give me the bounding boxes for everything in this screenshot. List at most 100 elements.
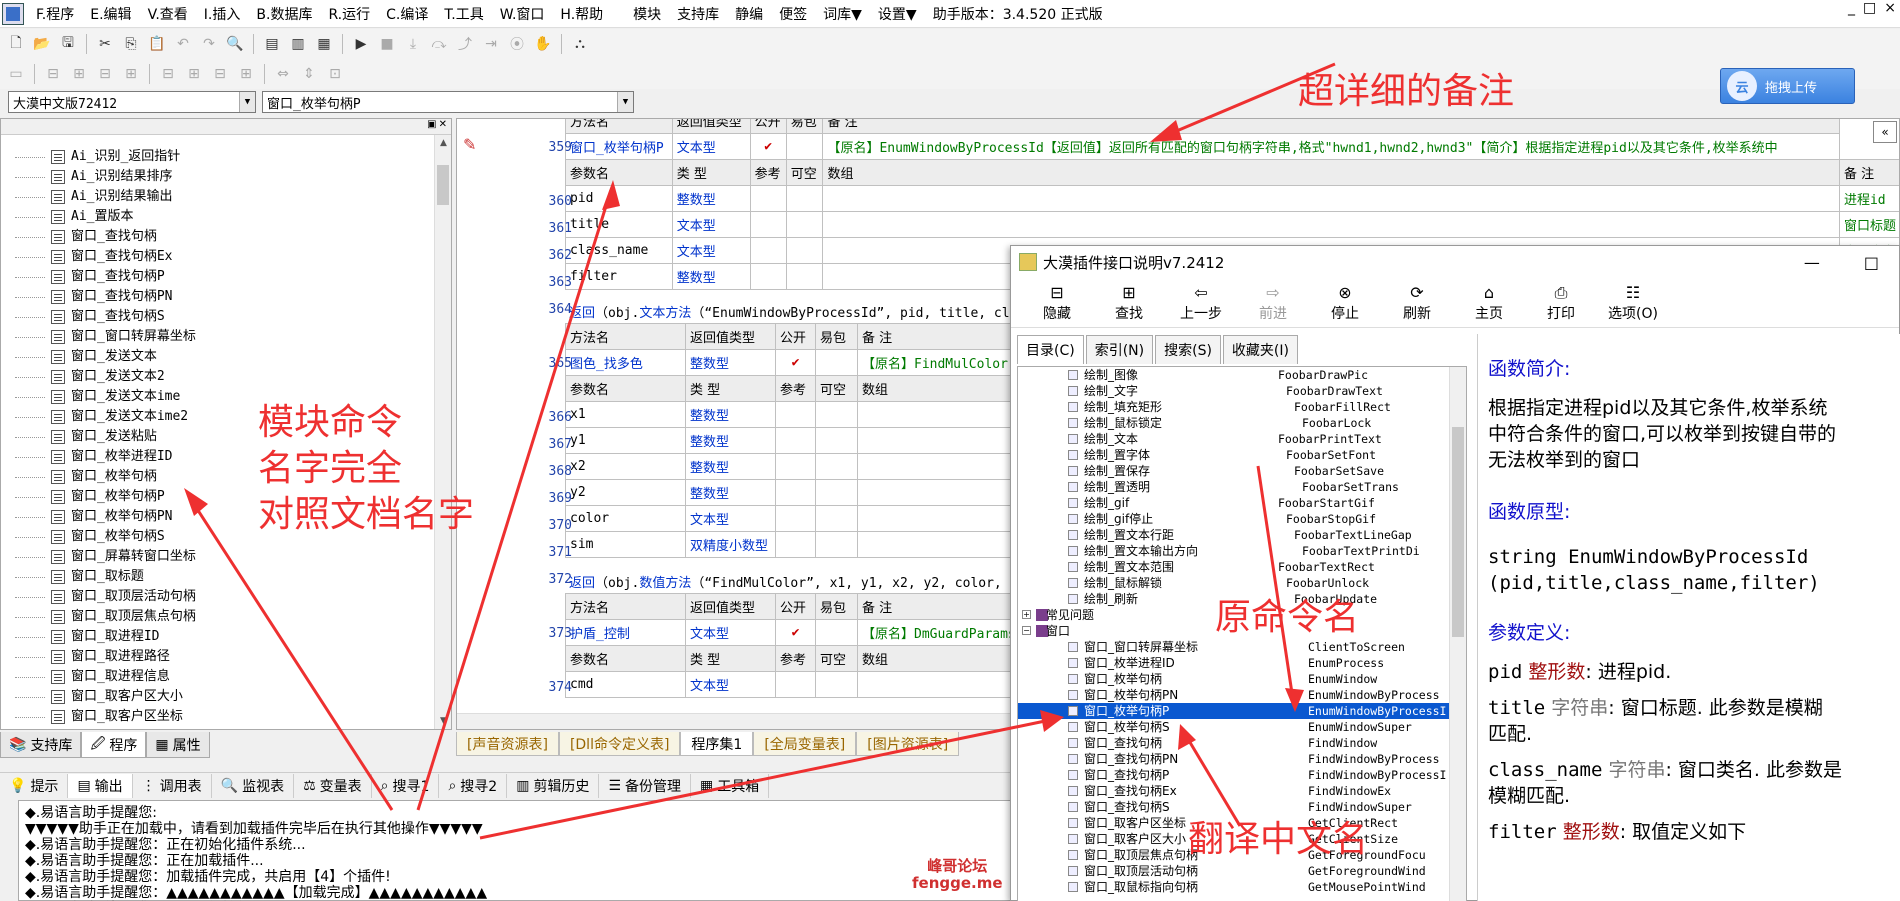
tree-item[interactable]: 窗口_取标题	[9, 567, 419, 587]
help-minimize-button[interactable]: —	[1804, 253, 1820, 272]
tree-item[interactable]: 窗口_取进程信息	[9, 667, 419, 687]
help-tree-topic[interactable]: 绘制_图像 FoobarDrawPic	[1018, 367, 1466, 383]
epackage-cell[interactable]	[785, 133, 824, 160]
param-type[interactable]: 整数型	[671, 263, 751, 290]
forward-button[interactable]: ⇨ 前进	[1237, 283, 1309, 323]
ref-cell[interactable]	[749, 237, 787, 264]
drag-upload-button[interactable]: 云 拖拽上传	[1720, 68, 1855, 104]
refresh-button[interactable]: ⟳ 刷新	[1381, 283, 1453, 323]
menu-settings[interactable]: 设置▼	[870, 4, 925, 24]
help-tree-topic[interactable]: 绘制_gif FoobarStartGif	[1018, 495, 1466, 511]
help-tree-topic[interactable]: 绘制_文本 FoobarPrintText	[1018, 431, 1466, 447]
copy-icon[interactable]: ⎘	[119, 33, 143, 55]
tab-properties[interactable]: ▦ 属性	[146, 732, 210, 758]
param-name[interactable]: pid	[565, 185, 673, 212]
menu-edit[interactable]: E.编辑	[82, 4, 139, 24]
tab-watch[interactable]: 🔍 监视表	[212, 773, 295, 798]
tree-item[interactable]: Ai_识别结果排序	[9, 167, 419, 187]
param-name[interactable]: title	[565, 211, 673, 238]
tree-item[interactable]: 窗口_枚举句柄P	[9, 487, 419, 507]
param-type[interactable]: 整数型	[685, 401, 776, 428]
library-select[interactable]: 大漠中文版72412 ▼	[8, 91, 256, 113]
layout-3-icon[interactable]: ▦	[312, 33, 336, 55]
help-tree-topic[interactable]: 绘制_置文本行距 FoobarTextLineGap	[1018, 527, 1466, 543]
stop-button[interactable]: ⊗ 停止	[1309, 283, 1381, 323]
tree-item[interactable]: 窗口_枚举句柄S	[9, 527, 419, 547]
param-type[interactable]: 整数型	[671, 185, 751, 212]
tree-item[interactable]: 窗口_枚举句柄	[9, 467, 419, 487]
tree-item[interactable]: 窗口_查找句柄P	[9, 267, 419, 287]
align-10-icon[interactable]: ⇔	[271, 63, 295, 85]
nullable-cell[interactable]	[815, 427, 858, 454]
param-type[interactable]: 整数型	[685, 453, 776, 480]
help-tree-topic[interactable]: 绘制_置文本输出方向 FoobarTextPrintDi	[1018, 543, 1466, 559]
hand-icon[interactable]: ✋	[531, 33, 555, 55]
nullable-cell[interactable]	[785, 185, 824, 212]
tree-item[interactable]: 窗口_查找句柄S	[9, 307, 419, 327]
tab-search1[interactable]: ⌕ 搜寻1	[372, 773, 440, 798]
find-button[interactable]: ⊞ 查找	[1093, 283, 1165, 323]
tab-toolbox[interactable]: ▦ 工具箱	[691, 773, 770, 798]
param-name[interactable]: x2	[565, 453, 686, 480]
nullable-cell[interactable]	[815, 505, 858, 532]
tree-item[interactable]: 窗口_发送文本ime2	[9, 407, 419, 427]
tree-item[interactable]: 窗口_取顶层焦点句柄	[9, 607, 419, 627]
help-tree-topic[interactable]: 窗口_枚举句柄 EnumWindow	[1018, 671, 1466, 687]
menu-module[interactable]: 模块	[625, 4, 669, 24]
collapse-icon[interactable]: −	[1022, 626, 1031, 635]
expand-icon[interactable]: +	[1022, 610, 1031, 619]
menu-tools[interactable]: T.工具	[436, 4, 491, 24]
redo-icon[interactable]: ↷	[197, 33, 221, 55]
param-name[interactable]: filter	[565, 263, 673, 290]
ref-cell[interactable]	[775, 401, 816, 428]
tree-item[interactable]: Ai_识别_返回指针	[9, 147, 419, 167]
menu-static-compile[interactable]: 静编	[727, 4, 771, 24]
ref-cell[interactable]	[775, 453, 816, 480]
cut-icon[interactable]: ✂	[93, 33, 117, 55]
restore-icon[interactable]: ▣	[427, 119, 436, 134]
step-out-icon[interactable]: ⤴	[453, 33, 477, 55]
param-type[interactable]: 文本型	[685, 505, 776, 532]
scroll-thumb[interactable]	[1452, 427, 1464, 637]
tree-item[interactable]: 窗口_取客户区大小	[9, 687, 419, 707]
tab-index[interactable]: 索引(N)	[1085, 335, 1154, 364]
param-type[interactable]: 整数型	[685, 427, 776, 454]
ref-cell[interactable]	[775, 427, 816, 454]
open-folder-icon[interactable]: 📂	[30, 33, 54, 55]
align-1-icon[interactable]: ▭	[4, 63, 28, 85]
align-6-icon[interactable]: ⊟	[156, 63, 180, 85]
tree-item[interactable]: 窗口_枚举进程ID	[9, 447, 419, 467]
step-line-icon[interactable]: ⇥	[479, 33, 503, 55]
step-into-icon[interactable]: ⤓	[401, 33, 425, 55]
nullable-cell[interactable]	[815, 453, 858, 480]
binoculars-icon[interactable]: ⛬	[568, 33, 592, 55]
menu-window[interactable]: W.窗口	[492, 4, 553, 24]
help-tree-topic[interactable]: 窗口_查找句柄PN FindWindowByProcess	[1018, 751, 1466, 767]
param-row[interactable]: pid 整数型 进程id	[565, 185, 1899, 212]
undo-icon[interactable]: ↶	[171, 33, 195, 55]
help-tree-topic[interactable]: 窗口_枚举句柄PN EnumWindowByProcess	[1018, 687, 1466, 703]
nullable-cell[interactable]	[815, 671, 858, 698]
tree-item[interactable]: 窗口_窗口转屏幕坐标	[9, 327, 419, 347]
help-tree-topic[interactable]: 绘制_置保存 FoobarSetSave	[1018, 463, 1466, 479]
tree-item[interactable]: 窗口_取进程路径	[9, 647, 419, 667]
close-icon[interactable]: ✕	[439, 119, 447, 134]
run-icon[interactable]: ▶	[349, 33, 373, 55]
tab-clip-history[interactable]: ▥ 剪辑历史	[507, 773, 600, 798]
array-cell[interactable]	[822, 211, 1840, 238]
param-type[interactable]: 整数型	[685, 479, 776, 506]
tree-item[interactable]: 窗口_查找句柄	[9, 227, 419, 247]
array-cell[interactable]	[822, 185, 1840, 212]
align-3-icon[interactable]: ⊞	[67, 63, 91, 85]
align-7-icon[interactable]: ⊞	[182, 63, 206, 85]
tree-item[interactable]: 窗口_取客户区坐标	[9, 707, 419, 727]
ref-cell[interactable]	[775, 479, 816, 506]
tab-favorites[interactable]: 收藏夹(I)	[1222, 335, 1298, 364]
tab-support-lib[interactable]: 📚 支持库	[0, 732, 82, 758]
tree-item[interactable]: 窗口_枚举句柄PN	[9, 507, 419, 527]
nullable-cell[interactable]	[785, 263, 824, 290]
tree-item[interactable]: 窗口_发送粘贴	[9, 427, 419, 447]
menu-run[interactable]: R.运行	[320, 4, 378, 24]
tab-global-vars[interactable]: [全局变量表]	[753, 732, 857, 756]
menu-compile[interactable]: C.编译	[378, 4, 436, 24]
